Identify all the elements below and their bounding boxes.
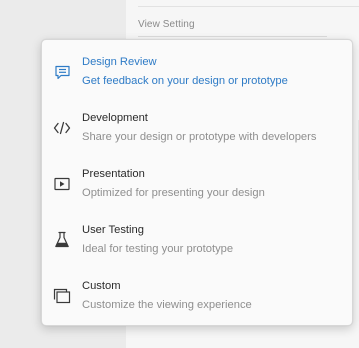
section-label: View Setting — [138, 19, 195, 30]
view-mode-dropdown-menu: Design Review Get feedback on your desig… — [41, 39, 353, 326]
menu-item-title: Custom — [82, 280, 121, 292]
windows-icon — [53, 287, 71, 305]
menu-item-custom[interactable]: Custom Customize the viewing experience — [42, 270, 354, 326]
menu-item-design-review[interactable]: Design Review Get feedback on your desig… — [42, 46, 354, 102]
menu-item-title: Presentation — [82, 168, 145, 180]
play-icon — [53, 175, 71, 193]
menu-item-title: User Testing — [82, 224, 144, 236]
menu-item-user-testing[interactable]: User Testing Ideal for testing your prot… — [42, 214, 354, 270]
menu-item-title: Development — [82, 112, 148, 124]
code-icon — [53, 119, 71, 137]
menu-item-development[interactable]: Development Share your design or prototy… — [42, 102, 354, 158]
menu-item-description: Get feedback on your design or prototype — [82, 75, 288, 87]
menu-item-description: Customize the viewing experience — [82, 299, 252, 311]
divider — [138, 6, 359, 7]
menu-item-description: Share your design or prototype with deve… — [82, 131, 317, 143]
comment-icon — [53, 63, 71, 81]
menu-item-description: Ideal for testing your prototype — [82, 243, 234, 255]
flask-icon — [53, 231, 71, 249]
menu-item-title: Design Review — [82, 56, 157, 68]
menu-item-presentation[interactable]: Presentation Optimized for presenting yo… — [42, 158, 354, 214]
menu-item-description: Optimized for presenting your design — [82, 187, 265, 199]
